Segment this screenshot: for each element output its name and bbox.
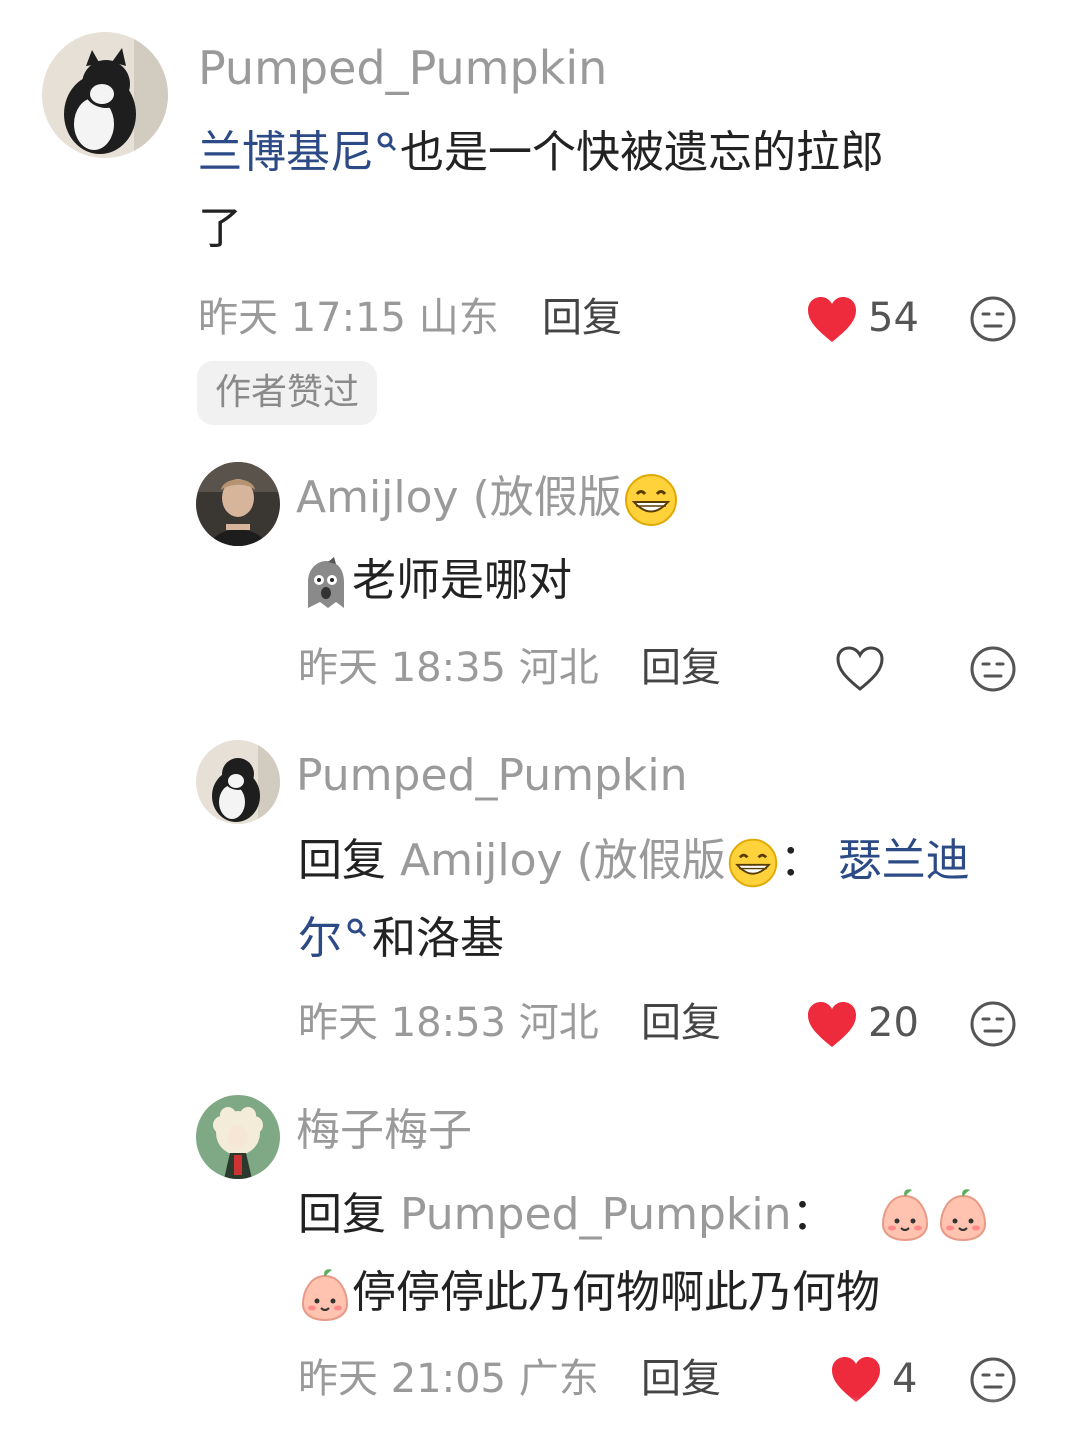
dislike-face-icon[interactable]	[969, 295, 1017, 343]
timestamp: 昨天 18:53	[298, 1000, 506, 1046]
reply-to-username[interactable]: Pumped_Pumpkin	[400, 1189, 791, 1240]
comment-text-line2: 停停停此乃何物啊此乃何物	[298, 1264, 880, 1322]
comment-text-rest: 也是一个快被遗忘的拉郎	[400, 127, 884, 178]
comment-text: 老师是哪对	[298, 552, 572, 610]
author-liked-badge: 作者赞过	[197, 361, 378, 425]
reply-prefix: 回复	[298, 835, 386, 886]
keyword-link[interactable]: 兰博基尼	[198, 127, 374, 178]
search-key-icon[interactable]	[374, 126, 400, 166]
keyword-link[interactable]: 瑟兰迪	[838, 835, 970, 886]
comment-text: 兰博基尼 也是一个快被遗忘的拉郎	[198, 124, 884, 182]
grin-emoji-icon	[728, 838, 777, 888]
like-count: 54	[868, 295, 919, 341]
grin-emoji-icon	[624, 474, 677, 526]
dislike-face-icon[interactable]	[969, 1000, 1017, 1048]
comment-meta: 昨天 17:15 山东	[198, 293, 499, 343]
avatar[interactable]	[196, 462, 280, 546]
timestamp: 昨天 18:35	[298, 645, 506, 691]
peach-emoji-icon	[939, 1189, 987, 1242]
peach-emoji-icon	[881, 1189, 929, 1242]
reply-button[interactable]: 回复	[641, 998, 721, 1048]
like-count: 20	[868, 1000, 919, 1046]
bottom-fade	[0, 1396, 1080, 1431]
reply-button[interactable]: 回复	[641, 643, 721, 693]
comment-text-line2: 了	[198, 203, 242, 254]
reply-button[interactable]: 回复	[542, 293, 622, 343]
keyword-link[interactable]: 尔	[298, 913, 342, 964]
comment-text: 回复 Amijloy (放假版 ： 瑟兰迪	[298, 832, 970, 890]
ghost-emoji-icon	[308, 557, 344, 608]
reply-to-username[interactable]: Amijloy (放假版	[400, 835, 780, 888]
search-key-icon[interactable]	[342, 912, 372, 952]
comment-meta: 昨天 18:53 河北	[298, 998, 599, 1048]
location: 河北	[518, 645, 599, 691]
avatar[interactable]	[196, 1095, 280, 1179]
dislike-face-icon[interactable]	[969, 645, 1017, 693]
avatar[interactable]	[196, 740, 280, 824]
comment-text-line2: 尔和洛基	[298, 912, 504, 964]
heart-icon[interactable]	[806, 1001, 858, 1049]
username[interactable]: Amijloy (放假版	[296, 470, 680, 527]
timestamp: 昨天 17:15	[198, 295, 406, 341]
location: 山东	[418, 295, 499, 341]
comment-meta: 昨天 18:35 河北	[298, 643, 599, 693]
username[interactable]: Pumped_Pumpkin	[198, 40, 607, 96]
avatar[interactable]	[42, 32, 168, 158]
heart-outline-icon[interactable]	[834, 645, 886, 693]
peach-emoji-icon	[301, 1269, 349, 1322]
username[interactable]: Pumped_Pumpkin	[296, 748, 687, 804]
username[interactable]: 梅子梅子	[296, 1103, 472, 1159]
comment-text: 回复 Pumped_Pumpkin：	[298, 1189, 836, 1240]
location: 河北	[518, 1000, 599, 1046]
heart-icon[interactable]	[806, 296, 858, 344]
reply-prefix: 回复	[298, 1189, 386, 1240]
